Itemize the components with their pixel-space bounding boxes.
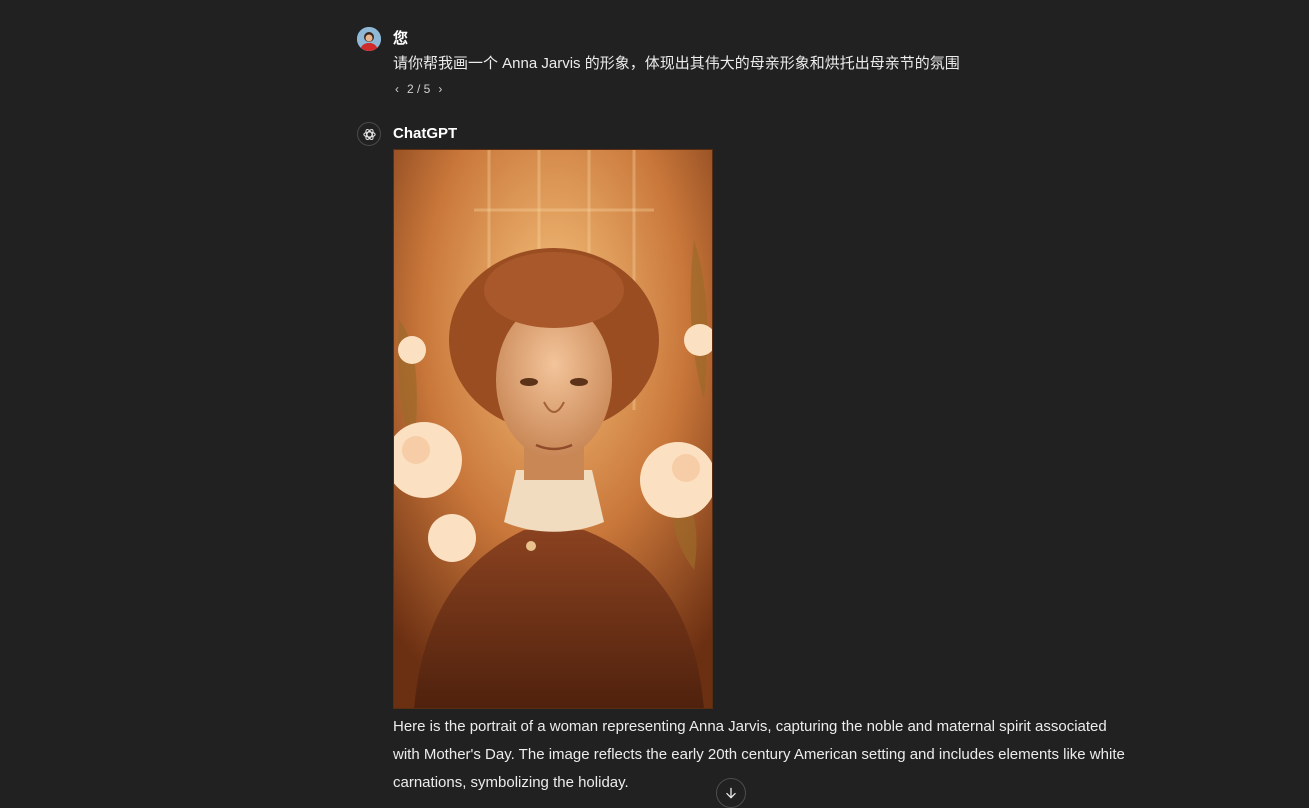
previous-version-icon[interactable]: ‹ (393, 82, 401, 96)
message-pager: ‹ 2 / 5 › (393, 82, 444, 96)
pager-count: 2 / 5 (407, 82, 431, 96)
assistant-reply-text: Here is the portrait of a woman represen… (393, 718, 1125, 791)
scroll-to-bottom-button[interactable] (716, 778, 746, 808)
assistant-name: ChatGPT (393, 125, 458, 142)
next-version-icon[interactable]: › (436, 82, 444, 96)
arrow-down-icon (726, 787, 736, 799)
openai-logo-icon (357, 122, 381, 146)
user-prompt-text: 请你帮我画一个 Anna Jarvis 的形象，体现出其伟大的母亲形象和烘托出母… (393, 55, 960, 72)
generated-portrait-image[interactable] (393, 149, 713, 709)
user-avatar-icon (357, 27, 381, 51)
user-name: 您 (393, 30, 409, 47)
